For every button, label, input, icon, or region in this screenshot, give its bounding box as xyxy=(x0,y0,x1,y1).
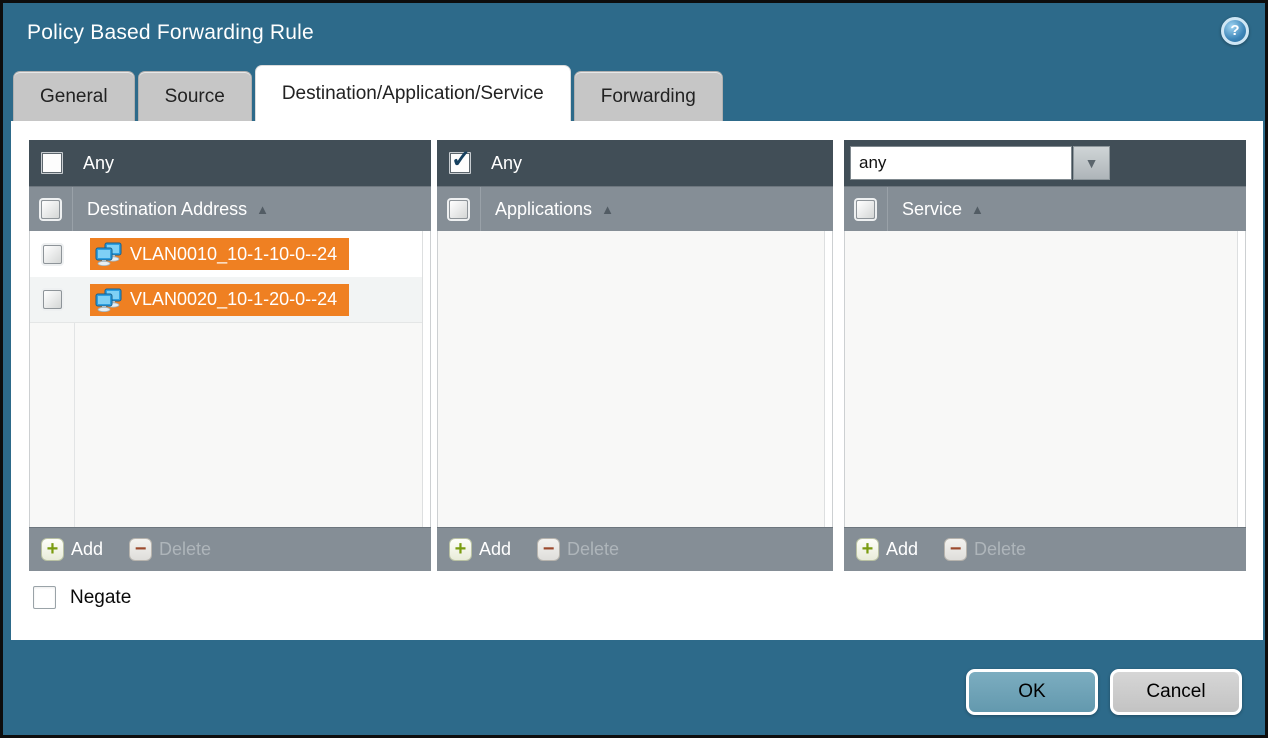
delete-button-label: Delete xyxy=(159,539,211,560)
destination-item-label: VLAN0010_10-1-10-0--24 xyxy=(130,244,337,265)
destination-scrollbar-track[interactable] xyxy=(422,231,430,527)
destination-address-column-header[interactable]: Destination Address xyxy=(87,199,247,220)
destination-address-subheader: Destination Address ▲ xyxy=(29,186,431,231)
service-select-all-cell xyxy=(844,187,888,231)
tab-destination-application-service[interactable]: Destination/Application/Service xyxy=(255,65,571,121)
negate-checkbox[interactable] xyxy=(33,586,56,609)
service-scrollbar-track[interactable] xyxy=(1237,231,1245,527)
row-checkbox-cell xyxy=(30,290,74,309)
applications-select-all-checkbox[interactable] xyxy=(449,200,468,219)
destination-footer: + Add − Delete xyxy=(29,527,431,571)
destination-address-list: VLAN0010_10-1-10-0--24 xyxy=(29,231,431,527)
applications-subheader: Applications ▲ xyxy=(437,186,833,231)
add-plus-icon: + xyxy=(856,538,879,561)
destination-select-all-checkbox[interactable] xyxy=(41,200,60,219)
service-dropdown-header: any ▼ xyxy=(844,140,1246,186)
negate-label: Negate xyxy=(70,587,131,609)
chevron-down-icon: ▼ xyxy=(1085,155,1099,171)
applications-any-checkbox[interactable]: ✓ xyxy=(449,152,471,174)
tab-forwarding[interactable]: Forwarding xyxy=(574,71,723,121)
add-plus-icon: + xyxy=(41,538,64,561)
destination-item-chip[interactable]: VLAN0010_10-1-10-0--24 xyxy=(90,238,349,270)
destination-row1-checkbox[interactable] xyxy=(43,245,62,264)
service-column: any ▼ Service ▲ + Add xyxy=(844,140,1246,571)
destination-any-header: Any xyxy=(29,140,431,186)
row-checkbox-cell xyxy=(30,245,74,264)
service-type-value[interactable]: any xyxy=(850,146,1072,180)
service-list xyxy=(844,231,1246,527)
negate-option: Negate xyxy=(33,586,131,609)
delete-button-label: Delete xyxy=(974,539,1026,560)
destination-address-column: Any Destination Address ▲ xyxy=(29,140,431,571)
applications-select-all-cell xyxy=(437,187,481,231)
delete-minus-icon: − xyxy=(537,538,560,561)
service-type-combo: any ▼ xyxy=(850,146,1110,180)
tab-source[interactable]: Source xyxy=(138,71,252,121)
help-icon[interactable]: ? xyxy=(1221,17,1249,45)
applications-footer: + Add − Delete xyxy=(437,527,833,571)
add-button-label: Add xyxy=(479,539,511,560)
cancel-button[interactable]: Cancel xyxy=(1110,669,1242,715)
service-column-header[interactable]: Service xyxy=(902,199,962,220)
applications-any-header: ✓ Any xyxy=(437,140,833,186)
applications-list xyxy=(437,231,833,527)
dialog-title: Policy Based Forwarding Rule xyxy=(27,21,314,45)
add-button-label: Add xyxy=(71,539,103,560)
applications-scrollbar-track[interactable] xyxy=(824,231,832,527)
destination-item-label: VLAN0020_10-1-20-0--24 xyxy=(130,289,337,310)
destination-row2-checkbox[interactable] xyxy=(43,290,62,309)
delete-minus-icon: − xyxy=(944,538,967,561)
checkmark-icon: ✓ xyxy=(451,147,471,173)
applications-delete-button[interactable]: − Delete xyxy=(537,538,619,561)
destination-row-vlan0020[interactable]: VLAN0020_10-1-20-0--24 xyxy=(30,277,430,323)
service-select-all-checkbox[interactable] xyxy=(856,200,875,219)
service-subheader: Service ▲ xyxy=(844,186,1246,231)
delete-minus-icon: − xyxy=(129,538,152,561)
network-address-icon xyxy=(94,242,124,266)
destination-any-label: Any xyxy=(83,153,114,174)
delete-button-label: Delete xyxy=(567,539,619,560)
ok-button[interactable]: OK xyxy=(966,669,1098,715)
service-add-button[interactable]: + Add xyxy=(856,538,918,561)
sort-asc-icon[interactable]: ▲ xyxy=(971,202,984,217)
service-type-dropdown-button[interactable]: ▼ xyxy=(1073,146,1110,180)
tab-general[interactable]: General xyxy=(13,71,135,121)
policy-based-forwarding-dialog: Policy Based Forwarding Rule ? General S… xyxy=(0,0,1268,738)
sort-asc-icon[interactable]: ▲ xyxy=(601,202,614,217)
destination-delete-button[interactable]: − Delete xyxy=(129,538,211,561)
destination-row-vlan0010[interactable]: VLAN0010_10-1-10-0--24 xyxy=(30,231,430,277)
destination-any-checkbox[interactable] xyxy=(41,152,63,174)
destination-add-button[interactable]: + Add xyxy=(41,538,103,561)
applications-add-button[interactable]: + Add xyxy=(449,538,511,561)
sort-asc-icon[interactable]: ▲ xyxy=(256,202,269,217)
service-footer: + Add − Delete xyxy=(844,527,1246,571)
service-delete-button[interactable]: − Delete xyxy=(944,538,1026,561)
destination-select-all-cell xyxy=(29,187,73,231)
applications-column: ✓ Any Applications ▲ + Add − xyxy=(437,140,833,571)
tab-content-panel: Any Destination Address ▲ xyxy=(11,121,1263,640)
destination-item-chip[interactable]: VLAN0020_10-1-20-0--24 xyxy=(90,284,349,316)
add-button-label: Add xyxy=(886,539,918,560)
applications-any-label: Any xyxy=(491,153,522,174)
applications-column-header[interactable]: Applications xyxy=(495,199,592,220)
network-address-icon xyxy=(94,288,124,312)
add-plus-icon: + xyxy=(449,538,472,561)
tab-bar: General Source Destination/Application/S… xyxy=(13,65,723,121)
